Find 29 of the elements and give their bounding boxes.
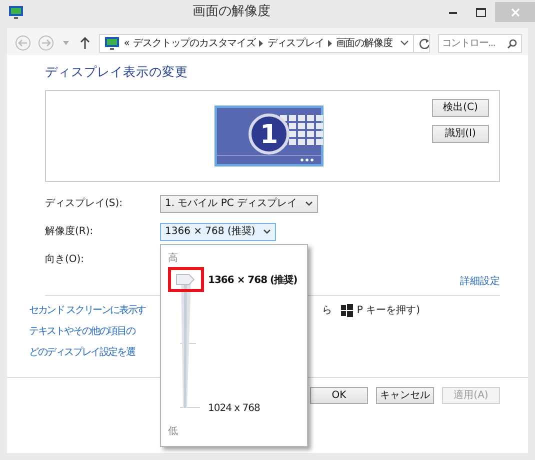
setting-label: ディスプレイ(S):	[45, 196, 124, 212]
low-label: 低	[168, 425, 179, 439]
detect-button[interactable]: 検出(C)	[432, 98, 489, 117]
help-link[interactable]: どのディスプレイ設定を選	[29, 344, 135, 360]
resolution-option[interactable]: 1024 x 768	[208, 401, 298, 416]
breadcrumb-item[interactable]: デスクトップのカスタマイズ	[133, 36, 256, 50]
advanced-settings-link[interactable]: 詳細設定	[460, 274, 500, 289]
display-number: 1	[260, 120, 278, 150]
section-heading: ディスプレイ表示の変更	[45, 64, 188, 79]
identify-button[interactable]: 識別(I)	[432, 124, 489, 143]
display-preview[interactable]: 1	[214, 104, 324, 167]
search-field[interactable]: コントロー...	[438, 34, 522, 52]
breadcrumb-item[interactable]: 画面の解像度	[336, 36, 392, 50]
resolution-option[interactable]: 1366 × 768 (推奨)	[208, 273, 298, 288]
ok-button[interactable]: OK	[310, 387, 368, 404]
address-bar[interactable]: « デスクトップのカスタマイズ ディスプレイ 画面の解像度	[98, 34, 430, 52]
setting-label: 解像度(R):	[45, 224, 94, 240]
setting-label: 向き(O):	[45, 253, 86, 268]
window-title: 画面の解像度	[192, 3, 270, 22]
hint-text: ら	[322, 304, 332, 318]
dropdown[interactable]: 1366 × 768 (推奨)	[160, 222, 276, 241]
breadcrumb-prefix[interactable]: «	[124, 36, 130, 50]
breadcrumb-item[interactable]: ディスプレイ	[267, 36, 324, 50]
help-link[interactable]: セカンド スクリーンに表示す	[29, 302, 146, 318]
dropdown[interactable]: 1. モバイル PC ディスプレイ	[160, 194, 318, 213]
cancel-button[interactable]: キャンセル	[376, 387, 434, 404]
high-label: 高	[168, 252, 179, 266]
help-link[interactable]: テキストやその他の項目の	[29, 324, 135, 339]
hint-text: P キーを押す)	[356, 304, 420, 318]
